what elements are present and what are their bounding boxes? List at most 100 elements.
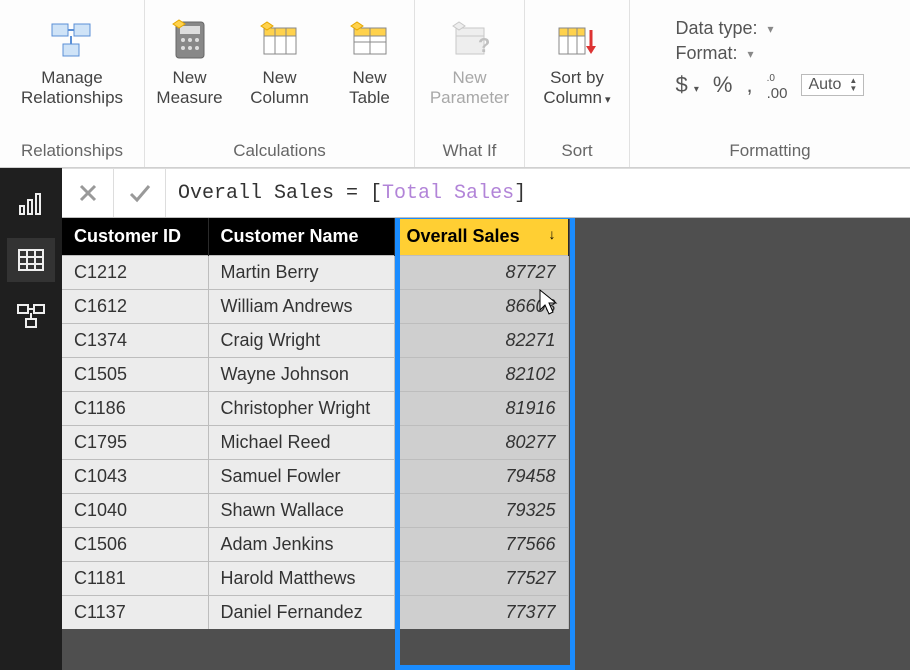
column-header-name[interactable]: Customer Name [208,218,394,256]
cell-name[interactable]: Michael Reed [208,426,394,460]
chevron-down-icon: ▾ [748,47,754,61]
manage-relationships-button[interactable]: ManageRelationships [28,12,116,132]
table-row[interactable]: C1043Samuel Fowler79458 [62,460,568,494]
cell-name[interactable]: Samuel Fowler [208,460,394,494]
format-dropdown[interactable]: Format: ▾ [676,43,865,64]
manage-relationships-label: ManageRelationships [21,68,123,109]
sort-icon [553,16,601,64]
cell-sales[interactable]: 77377 [394,596,568,630]
chevron-down-icon: ▾ [694,84,699,95]
cell-id[interactable]: C1181 [62,562,208,596]
cell-name[interactable]: William Andrews [208,290,394,324]
cell-name[interactable]: Wayne Johnson [208,358,394,392]
formula-input[interactable]: Overall Sales = [Total Sales] [166,182,910,205]
group-label-formatting: Formatting [636,137,904,167]
view-rail [0,168,62,670]
group-label-relationships: Relationships [6,137,138,167]
spinner-icon[interactable]: ▲▼ [849,77,857,93]
cell-name[interactable]: Martin Berry [208,256,394,290]
currency-button[interactable]: $ ▾ [676,72,699,98]
calculator-icon [166,16,214,64]
cell-sales[interactable]: 81916 [394,392,568,426]
cell-id[interactable]: C1212 [62,256,208,290]
cell-name[interactable]: Shawn Wallace [208,494,394,528]
ribbon-group-sort: Sort byColumn ▾ Sort [525,0,630,167]
new-measure-label: NewMeasure [156,68,222,109]
cell-name[interactable]: Adam Jenkins [208,528,394,562]
cell-sales[interactable]: 87727 [394,256,568,290]
table-row[interactable]: C1137Daniel Fernandez77377 [62,596,568,630]
ribbon: ManageRelationships Relationships NewMea… [0,0,910,168]
sort-by-column-label: Sort byColumn ▾ [543,68,610,109]
group-label-sort: Sort [531,137,623,167]
sort-desc-icon: ↓ [549,226,556,242]
sort-by-column-button[interactable]: Sort byColumn ▾ [533,12,621,132]
x-icon [77,182,99,204]
cell-sales[interactable]: 77566 [394,528,568,562]
cell-sales[interactable]: 82271 [394,324,568,358]
check-icon [128,182,152,204]
new-table-label: NewTable [349,68,390,109]
formula-prefix: Overall Sales = [178,182,370,205]
content-area: Overall Sales = [Total Sales] Customer I… [62,168,910,670]
cell-sales[interactable]: 79458 [394,460,568,494]
new-table-icon [346,16,394,64]
cell-name[interactable]: Daniel Fernandez [208,596,394,630]
model-view-button[interactable] [7,294,55,338]
new-measure-button[interactable]: NewMeasure [146,12,234,132]
datatype-dropdown[interactable]: Data type: ▾ [676,18,865,39]
percent-button[interactable]: % [713,72,733,98]
table-row[interactable]: C1374Craig Wright82271 [62,324,568,358]
cell-id[interactable]: C1040 [62,494,208,528]
relationships-icon [48,16,96,64]
new-table-button[interactable]: NewTable [326,12,414,132]
cell-id[interactable]: C1186 [62,392,208,426]
cell-id[interactable]: C1506 [62,528,208,562]
data-view-button[interactable] [7,238,55,282]
column-header-sales[interactable]: Overall Sales ↓ [394,218,568,256]
decimals-button[interactable]: .0.00 [767,68,788,102]
cell-sales[interactable]: 80277 [394,426,568,460]
parameter-icon: ? [446,16,494,64]
ribbon-group-calculations: NewMeasure NewColumn [145,0,415,167]
table-row[interactable]: C1612William Andrews86603 [62,290,568,324]
cell-id[interactable]: C1043 [62,460,208,494]
cell-name[interactable]: Harold Matthews [208,562,394,596]
table-row[interactable]: C1181Harold Matthews77527 [62,562,568,596]
formula-close-bracket: ] [514,182,526,205]
table-row[interactable]: C1795Michael Reed80277 [62,426,568,460]
table-row[interactable]: C1506Adam Jenkins77566 [62,528,568,562]
formula-bar: Overall Sales = [Total Sales] [62,168,910,218]
ribbon-group-relationships: ManageRelationships Relationships [0,0,145,167]
data-table: Customer ID Customer Name Overall Sales … [62,218,569,629]
datatype-label: Data type: [676,18,758,39]
cell-id[interactable]: C1137 [62,596,208,630]
group-label-whatif: What If [421,137,518,167]
cell-sales[interactable]: 77527 [394,562,568,596]
table-row[interactable]: C1212Martin Berry87727 [62,256,568,290]
table-row[interactable]: C1040Shawn Wallace79325 [62,494,568,528]
table-row[interactable]: C1505Wayne Johnson82102 [62,358,568,392]
ribbon-group-whatif: ? NewParameter What If [415,0,525,167]
column-header-id[interactable]: Customer ID [62,218,208,256]
cell-id[interactable]: C1795 [62,426,208,460]
cell-id[interactable]: C1505 [62,358,208,392]
table-row[interactable]: C1186Christopher Wright81916 [62,392,568,426]
report-view-button[interactable] [7,182,55,226]
format-label: Format: [676,43,738,64]
cell-sales[interactable]: 82102 [394,358,568,392]
workspace: Overall Sales = [Total Sales] Customer I… [0,168,910,670]
ribbon-group-formatting: Data type: ▾ Format: ▾ $ ▾ % , .0.00 Aut… [630,0,910,167]
formula-cancel-button[interactable] [62,169,114,217]
cell-name[interactable]: Christopher Wright [208,392,394,426]
cell-name[interactable]: Craig Wright [208,324,394,358]
cell-sales[interactable]: 86603 [394,290,568,324]
decimal-places-input[interactable]: Auto ▲▼ [801,74,864,96]
comma-button[interactable]: , [746,72,752,98]
cell-id[interactable]: C1612 [62,290,208,324]
new-column-button[interactable]: NewColumn [236,12,324,132]
cell-sales[interactable]: 79325 [394,494,568,528]
cell-id[interactable]: C1374 [62,324,208,358]
new-column-label: NewColumn [250,68,309,109]
formula-commit-button[interactable] [114,169,166,217]
